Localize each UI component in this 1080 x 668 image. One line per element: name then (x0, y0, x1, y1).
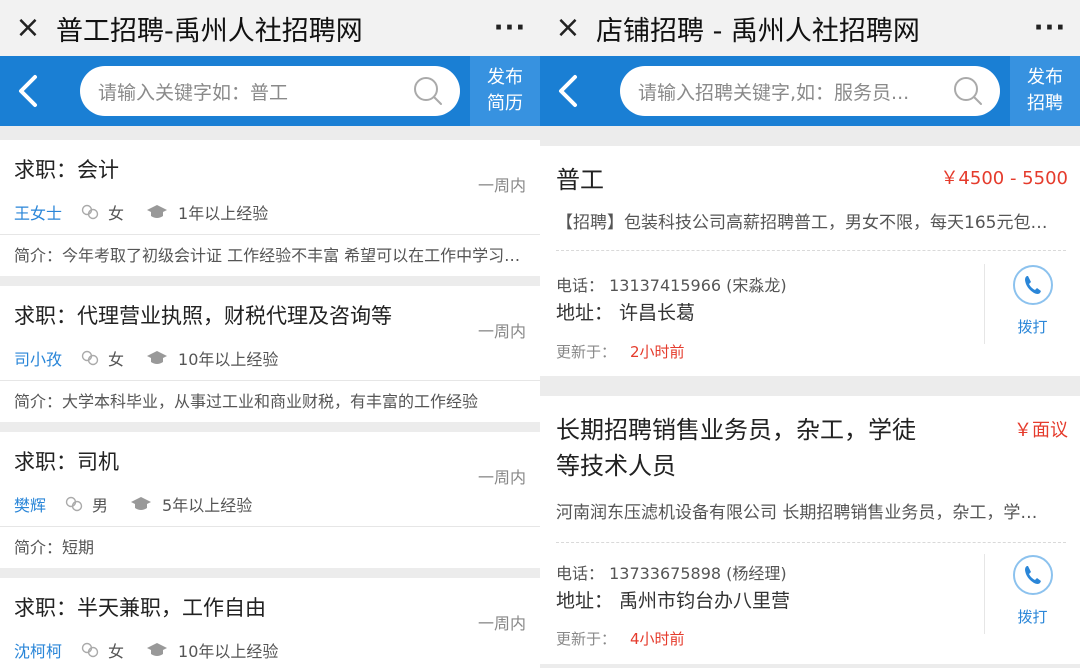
job-title: 求职：司机 (14, 450, 119, 474)
graduation-cap-icon (146, 204, 168, 220)
phone-icon[interactable] (1012, 264, 1054, 310)
job-title-line-1: 长期招聘销售业务员，杂工，学徒 (556, 416, 916, 444)
post-time: 一周内 (477, 468, 526, 487)
list-item[interactable]: 求职：代理营业执照，财税代理及咨询等 一周内 司小孜 女 10年以上经验 简介：… (0, 286, 540, 422)
applicant-name[interactable]: 司小孜 (14, 346, 62, 370)
job-title: 求职：半天兼职，工作自由 (14, 596, 266, 620)
publish-label-1: 发布 (1027, 67, 1063, 88)
job-title: 求职：会计 (14, 158, 119, 182)
search-icon[interactable] (412, 75, 444, 111)
list-item[interactable]: 求职：司机 一周内 樊辉 男 5年以上经验 简介：短期 (0, 432, 540, 568)
gender-icon (80, 203, 100, 221)
close-icon[interactable]: × (540, 0, 596, 56)
publish-resume-button[interactable]: 发布 简历 (470, 56, 540, 126)
search-icon[interactable] (952, 75, 984, 111)
close-icon[interactable]: × (0, 0, 56, 56)
applicant-name[interactable]: 沈柯柯 (14, 638, 62, 662)
job-description: 【招聘】包装科技公司高薪招聘普工，男女不限，每天165元包… (556, 213, 1048, 233)
updated-time: 更新于： 2小时前 (556, 341, 685, 362)
graduation-cap-icon (146, 642, 168, 658)
right-pane: × 店铺招聘 - 禹州人社招聘网 ··· 请输入招聘关键字,如：服务员... 发… (540, 0, 1080, 668)
intro-text: 简介：大学本科毕业，从事过工业和商业财税，有丰富的工作经验 (0, 380, 540, 422)
call-label: 拨打 (1017, 608, 1048, 626)
contact-phone: 电话： 13733675898 (杨经理) (556, 564, 787, 583)
job-card[interactable]: 普工 ￥4500 - 5500 【招聘】包装科技公司高薪招聘普工，男女不限，每天… (540, 146, 1080, 376)
updated-time: 更新于： 4小时前 (556, 628, 685, 649)
search-input[interactable]: 请输入招聘关键字,如：服务员... (620, 66, 1000, 116)
back-icon[interactable] (0, 56, 56, 126)
back-icon[interactable] (540, 56, 596, 126)
gender-icon (80, 349, 100, 367)
search-bar: 请输入招聘关键字,如：服务员... 发布 招聘 (540, 56, 1080, 126)
job-title: 求职：代理营业执照，财税代理及咨询等 (14, 304, 392, 328)
gender-value: 女 (108, 204, 125, 223)
applicant-name[interactable]: 樊辉 (14, 492, 46, 516)
screenshot-composite: × 普工招聘-禹州人社招聘网 ··· 请输入关键字如：普工 发布 简历 求职：会… (0, 0, 1080, 668)
graduation-cap-icon (146, 350, 168, 366)
salary: ￥4500 - 5500 (940, 168, 1068, 189)
post-time: 一周内 (477, 176, 526, 195)
experience: 5年以上经验 (162, 496, 253, 515)
call-label: 拨打 (1017, 318, 1048, 336)
more-icon[interactable]: ··· (1020, 13, 1080, 43)
left-pane: × 普工招聘-禹州人社招聘网 ··· 请输入关键字如：普工 发布 简历 求职：会… (0, 0, 540, 668)
phone-icon[interactable] (1012, 554, 1054, 600)
publish-job-button[interactable]: 发布 招聘 (1010, 56, 1080, 126)
post-time: 一周内 (477, 614, 526, 633)
publish-label-2: 招聘 (1027, 93, 1063, 114)
gender-value: 男 (92, 496, 109, 515)
publish-label-2: 简历 (487, 93, 523, 114)
window-title: 普工招聘-禹州人社招聘网 (56, 15, 363, 47)
list-item[interactable]: 求职：半天兼职，工作自由 一周内 沈柯柯 女 10年以上经验 (0, 578, 540, 668)
more-icon[interactable]: ··· (480, 13, 540, 43)
updated-label: 更新于： (556, 630, 617, 648)
job-card[interactable]: 长期招聘销售业务员，杂工，学徒 等技术人员 ￥面议 河南润东压滤机设备有限公司 长… (540, 396, 1080, 664)
job-title-line-2: 等技术人员 (556, 452, 676, 480)
divider (556, 250, 1066, 251)
divider (556, 542, 1066, 543)
experience: 10年以上经验 (178, 350, 279, 369)
job-title: 普工 (556, 166, 604, 194)
gender-icon (80, 641, 100, 659)
intro-text: 简介：短期 (0, 526, 540, 568)
job-description: 河南润东压滤机设备有限公司 长期招聘销售业务员，杂工，学… (556, 503, 1038, 523)
publish-label-1: 发布 (487, 67, 523, 88)
gender-icon (64, 495, 84, 513)
call-button[interactable]: 拨打 (984, 264, 1080, 344)
search-placeholder: 请输入关键字如：普工 (98, 81, 289, 104)
intro-text: 简介：今年考取了初级会计证 工作经验不丰富 希望可以在工作中学习… (0, 234, 540, 276)
experience: 10年以上经验 (178, 642, 279, 661)
experience: 1年以上经验 (178, 204, 269, 223)
search-bar: 请输入关键字如：普工 发布 简历 (0, 56, 540, 126)
gender-value: 女 (108, 642, 125, 661)
applicant-name[interactable]: 王女士 (14, 200, 62, 224)
title-bar: × 普工招聘-禹州人社招聘网 ··· (0, 0, 540, 56)
search-placeholder: 请输入招聘关键字,如：服务员... (638, 81, 910, 104)
window-title: 店铺招聘 - 禹州人社招聘网 (596, 15, 920, 47)
address: 地址： 许昌长葛 (556, 302, 696, 324)
gender-value: 女 (108, 350, 125, 369)
search-input[interactable]: 请输入关键字如：普工 (80, 66, 460, 116)
contact-phone: 电话： 13137415966 (宋淼龙) (556, 276, 787, 295)
list-item[interactable]: 求职：会计 一周内 王女士 女 1年以上经验 简介：今年考取了初级会计证 工作经… (0, 140, 540, 276)
job-title: 长期招聘销售业务员，杂工，学徒 等技术人员 (556, 412, 916, 484)
updated-label: 更新于： (556, 343, 617, 361)
updated-value: 2小时前 (630, 343, 685, 361)
graduation-cap-icon (130, 496, 152, 512)
updated-value: 4小时前 (630, 630, 685, 648)
title-bar: × 店铺招聘 - 禹州人社招聘网 ··· (540, 0, 1080, 56)
call-button[interactable]: 拨打 (984, 554, 1080, 634)
salary: ￥面议 (1014, 420, 1068, 441)
address: 地址： 禹州市钧台办八里营 (556, 590, 791, 612)
post-time: 一周内 (477, 322, 526, 341)
